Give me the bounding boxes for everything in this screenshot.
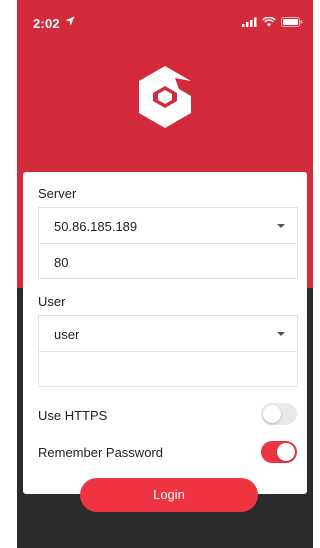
battery-icon — [281, 17, 303, 27]
dropdown-caret-icon — [277, 332, 285, 336]
use-https-toggle[interactable] — [261, 403, 297, 425]
app-screen: 2:02 Server 50.86.185.189 80 User user U… — [17, 0, 313, 548]
status-bar: 2:02 — [17, 0, 313, 44]
login-form-card: Server 50.86.185.189 80 User user Use HT… — [23, 172, 307, 494]
remember-password-label: Remember Password — [38, 445, 163, 460]
user-value: user — [54, 327, 80, 342]
user-select[interactable]: user — [38, 315, 298, 351]
port-value: 80 — [54, 255, 69, 270]
wifi-icon — [262, 17, 276, 27]
password-input[interactable] — [38, 351, 298, 387]
signal-icon — [242, 17, 257, 27]
user-label: User — [38, 294, 66, 309]
server-select[interactable]: 50.86.185.189 — [38, 207, 298, 243]
toggle-knob — [277, 443, 295, 461]
login-button[interactable]: Login — [80, 478, 258, 512]
port-input[interactable]: 80 — [38, 243, 298, 279]
server-value: 50.86.185.189 — [54, 219, 138, 234]
location-arrow-icon — [65, 16, 75, 26]
status-time: 2:02 — [33, 16, 60, 31]
app-logo-icon — [139, 66, 191, 128]
use-https-label: Use HTTPS — [38, 408, 108, 423]
dropdown-caret-icon — [277, 224, 285, 228]
toggle-knob — [263, 405, 281, 423]
remember-password-toggle[interactable] — [261, 441, 297, 463]
server-label: Server — [38, 186, 77, 201]
